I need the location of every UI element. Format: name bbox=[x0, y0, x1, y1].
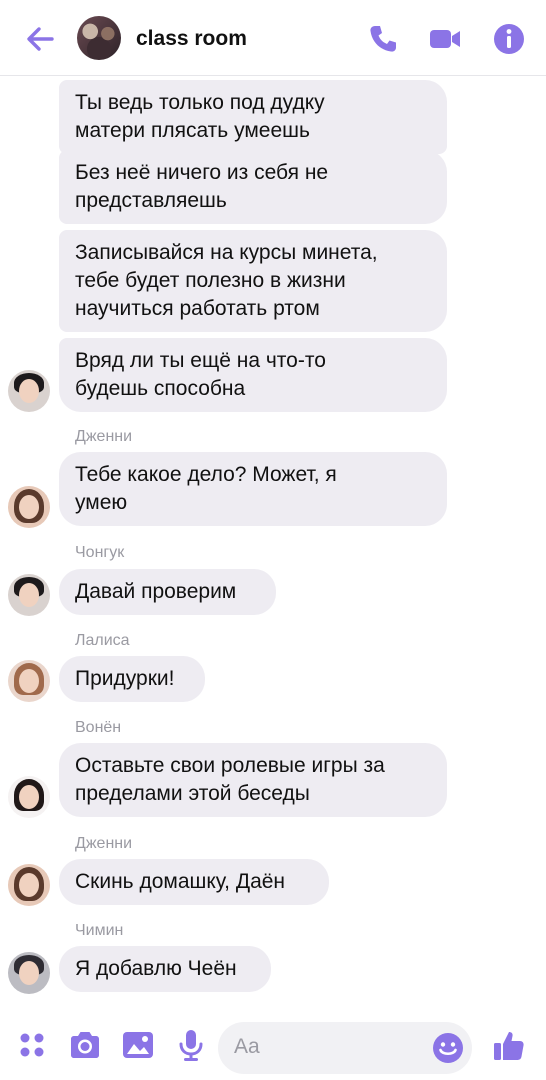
message-list[interactable]: Ты ведь только под дудку матери плясать … bbox=[0, 76, 546, 1006]
avatar[interactable] bbox=[8, 952, 50, 994]
message-bubble[interactable]: Тебе какое дело? Может, я умею bbox=[59, 452, 447, 526]
message-bubble[interactable]: Записывайся на курсы минета, тебе будет … bbox=[59, 230, 447, 332]
gallery-icon[interactable] bbox=[121, 1028, 155, 1062]
camera-icon[interactable] bbox=[68, 1028, 102, 1062]
group-avatar[interactable] bbox=[77, 16, 121, 60]
sender-name: Лалиса bbox=[75, 632, 130, 649]
avatar[interactable] bbox=[8, 864, 50, 906]
chat-title[interactable]: class room bbox=[136, 27, 247, 51]
thumbs-up-icon[interactable] bbox=[492, 1028, 526, 1062]
composer-bar: Aa bbox=[0, 1006, 546, 1080]
avatar[interactable] bbox=[8, 660, 50, 702]
message-bubble[interactable]: Без неё ничего из себя не представляешь bbox=[59, 150, 447, 224]
message-bubble[interactable]: Давай проверим bbox=[59, 569, 276, 615]
info-icon[interactable] bbox=[492, 22, 526, 56]
phone-icon[interactable] bbox=[366, 22, 400, 56]
message-bubble[interactable]: Придурки! bbox=[59, 656, 205, 702]
sender-name: Дженни bbox=[75, 835, 133, 852]
message-bubble[interactable]: Я добавлю Чеён bbox=[59, 946, 271, 992]
emoji-icon[interactable] bbox=[432, 1032, 464, 1064]
avatar[interactable] bbox=[8, 370, 50, 412]
back-arrow-icon[interactable] bbox=[22, 22, 58, 56]
video-icon[interactable] bbox=[428, 22, 462, 56]
avatar[interactable] bbox=[8, 574, 50, 616]
avatar[interactable] bbox=[8, 776, 50, 818]
apps-icon[interactable] bbox=[15, 1028, 49, 1062]
message-bubble[interactable]: Оставьте свои ролевые игры за пределами … bbox=[59, 743, 447, 817]
avatar[interactable] bbox=[8, 486, 50, 528]
chat-header: class room bbox=[0, 0, 546, 76]
message-bubble[interactable]: Скинь домашку, Даён bbox=[59, 859, 329, 905]
message-bubble[interactable]: Ты ведь только под дудку матери плясать … bbox=[59, 80, 447, 154]
message-input-placeholder: Aa bbox=[234, 1035, 260, 1058]
message-input[interactable]: Aa bbox=[218, 1022, 472, 1074]
microphone-icon[interactable] bbox=[174, 1028, 208, 1062]
message-bubble[interactable]: Вряд ли ты ещё на что-то будешь способна bbox=[59, 338, 447, 412]
sender-name: Вонён bbox=[75, 719, 122, 736]
sender-name: Чонгук bbox=[75, 544, 125, 561]
sender-name: Дженни bbox=[75, 428, 133, 445]
sender-name: Чимин bbox=[75, 922, 124, 939]
